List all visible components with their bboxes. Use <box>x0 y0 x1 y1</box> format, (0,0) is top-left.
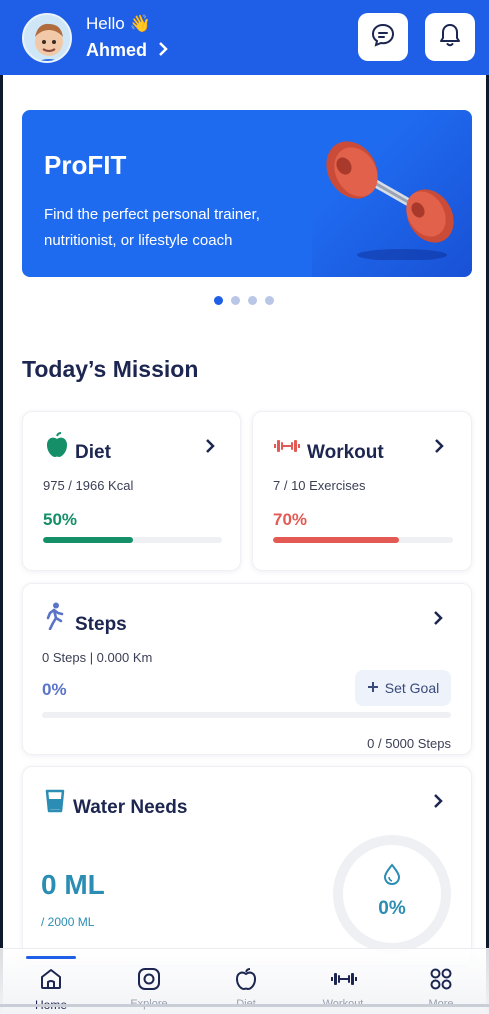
diet-progress-track <box>43 537 222 543</box>
set-goal-button[interactable]: Set Goal <box>355 670 451 706</box>
steps-card[interactable]: Steps 0 Steps | 0.000 Km 0% Set Goal 0 /… <box>22 583 472 755</box>
greeting-text: Hello 👋 <box>86 14 151 33</box>
walking-person-icon <box>43 602 65 635</box>
steps-title: Steps <box>75 614 127 635</box>
pagination-dot[interactable] <box>248 296 257 305</box>
water-amount: 0 ML <box>41 869 105 900</box>
avatar[interactable] <box>22 13 72 63</box>
steps-progress-track <box>42 712 451 718</box>
banner-title: ProFIT <box>44 150 127 180</box>
steps-detail: 0 Steps | 0.000 Km <box>42 650 153 665</box>
water-title: Water Needs <box>73 797 188 818</box>
promo-banner[interactable]: ProFIT Find the perfect personal trainer… <box>22 110 472 277</box>
plus-icon <box>367 680 379 696</box>
steps-goal-text: 0 / 5000 Steps <box>367 736 451 751</box>
dumbbell-icon <box>273 438 301 459</box>
dumbbell-illustration-icon <box>322 130 462 265</box>
diet-title: Diet <box>75 442 111 463</box>
water-card[interactable]: Water Needs 0 ML / 2000 ML 0% <box>22 766 472 966</box>
user-name-link[interactable]: Ahmed <box>86 40 168 61</box>
water-goal: / 2000 ML <box>41 915 95 929</box>
app-header: Hello 👋 Ahmed <box>0 0 489 75</box>
workout-percent: 70% <box>273 510 308 529</box>
chat-button[interactable] <box>358 13 408 61</box>
active-tab-indicator <box>26 956 76 959</box>
user-name: Ahmed <box>86 40 148 60</box>
workout-progress-track <box>273 537 453 543</box>
diet-percent: 50% <box>43 510 78 529</box>
water-glass-icon <box>45 789 65 818</box>
water-progress-ring: 0% <box>333 835 451 953</box>
set-goal-label: Set Goal <box>384 680 440 696</box>
banner-pagination <box>214 296 274 305</box>
bell-icon <box>438 22 462 53</box>
workout-progress-fill <box>273 537 399 543</box>
workout-exercises: 7 / 10 Exercises <box>273 478 366 493</box>
diet-calories: 975 / 1966 Kcal <box>43 478 134 493</box>
chevron-right-icon[interactable] <box>434 438 444 459</box>
banner-description: Find the perfect personal trainer, nutri… <box>44 206 260 249</box>
water-percent: 0% <box>378 898 406 919</box>
diet-progress-fill <box>43 537 133 543</box>
water-drop-icon <box>383 863 401 890</box>
pagination-dot[interactable] <box>231 296 240 305</box>
chevron-right-icon[interactable] <box>433 610 443 631</box>
home-indicator-bar <box>0 1004 489 1007</box>
pagination-dot[interactable] <box>265 296 274 305</box>
chevron-right-icon[interactable] <box>205 438 215 459</box>
diet-card[interactable]: Diet 975 / 1966 Kcal 50% <box>22 411 241 571</box>
notifications-button[interactable] <box>425 13 475 61</box>
workout-card[interactable]: Workout 7 / 10 Exercises 70% <box>252 411 472 571</box>
steps-percent: 0% <box>42 680 67 699</box>
chevron-right-icon[interactable] <box>433 793 443 814</box>
workout-title: Workout <box>307 442 384 463</box>
apple-icon <box>45 432 69 463</box>
pagination-dot[interactable] <box>214 296 223 305</box>
chevron-right-icon <box>158 40 168 60</box>
screen-border-left <box>0 75 3 1014</box>
section-title: Today’s Mission <box>22 356 199 382</box>
chat-bubble-icon <box>370 22 396 53</box>
